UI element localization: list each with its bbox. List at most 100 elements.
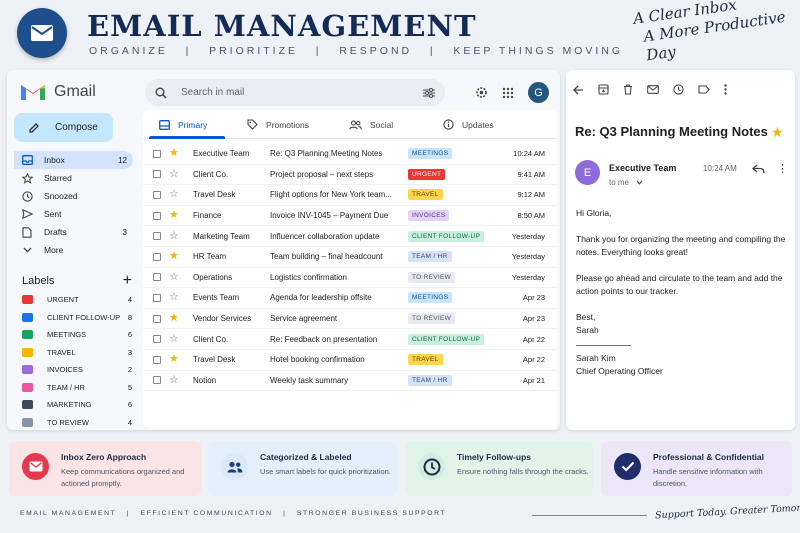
sidebar-item-drafts[interactable]: Drafts 3 <box>14 223 133 241</box>
filter-options-icon[interactable] <box>423 87 435 98</box>
row-checkbox[interactable] <box>153 314 161 323</box>
email-label-tag[interactable]: TEAM / HR <box>408 374 452 386</box>
email-row[interactable]: ☆ Travel Desk Flight options for New York … <box>143 185 557 206</box>
gmail-logo-icon <box>21 85 45 100</box>
email-row[interactable]: ★ Travel Desk Hotel booking confirmation TR… <box>143 350 557 371</box>
email-row[interactable]: ★ Executive Team Re: Q3 Planning Meeting N… <box>143 144 557 165</box>
email-sender: Finance <box>193 211 222 221</box>
sender-name: Executive Team <box>609 163 677 173</box>
email-label-tag[interactable]: TO REVIEW <box>408 271 456 283</box>
row-checkbox[interactable] <box>153 273 161 282</box>
email-row[interactable]: ★ HR Team Team building – final headcount T… <box>143 247 557 268</box>
email-label-tag[interactable]: TEAM / HR <box>408 251 452 263</box>
search-bar[interactable]: Search in mail <box>145 79 445 106</box>
star-outline-icon[interactable]: ☆ <box>169 333 179 345</box>
sidebar-item-more[interactable]: More <box>14 241 133 259</box>
more-vertical-icon[interactable] <box>724 84 727 95</box>
email-label-tag[interactable]: MEETINGS <box>408 292 453 304</box>
sidebar-item-inbox[interactable]: Inbox 12 <box>14 151 133 169</box>
star-outline-icon[interactable]: ☆ <box>169 230 179 242</box>
star-filled-icon[interactable]: ★ <box>169 313 179 324</box>
row-checkbox[interactable] <box>153 211 161 220</box>
email-row[interactable]: ☆ Client Co. Re: Feedback on presentation C… <box>143 329 557 350</box>
clock-icon <box>418 453 445 480</box>
row-checkbox[interactable] <box>153 376 161 385</box>
tab-primary[interactable]: Primary <box>159 110 207 139</box>
trash-icon[interactable] <box>623 84 633 95</box>
label-color-swatch <box>22 365 33 375</box>
row-checkbox[interactable] <box>153 190 161 199</box>
tab-updates[interactable]: Updates <box>443 110 494 139</box>
row-checkbox[interactable] <box>153 252 161 261</box>
recipient-line[interactable]: to me <box>609 178 643 187</box>
feature-card: Inbox Zero Approach Keep communications o… <box>9 441 201 496</box>
row-checkbox[interactable] <box>153 355 161 364</box>
star-filled-icon[interactable]: ★ <box>169 354 179 365</box>
row-checkbox[interactable] <box>153 149 161 158</box>
mark-unread-icon[interactable] <box>647 85 659 94</box>
snooze-clock-icon[interactable] <box>673 84 684 95</box>
row-checkbox[interactable] <box>153 170 161 179</box>
email-label-tag[interactable]: TO REVIEW <box>408 313 456 325</box>
email-label-tag[interactable]: INVOICES <box>408 210 450 222</box>
email-row[interactable]: ☆ Marketing Team Influencer collaboration … <box>143 226 557 247</box>
email-row[interactable]: ★ Finance Invoice INV-1045 – Payment Due IN… <box>143 206 557 227</box>
body-paragraph-2: Please go ahead and circulate to the tea… <box>576 273 783 296</box>
email-row[interactable]: ☆ Events Team Agenda for leadership offsit… <box>143 288 557 309</box>
star-filled-icon[interactable]: ★ <box>169 148 179 159</box>
tab-promotions[interactable]: Promotions <box>247 110 309 139</box>
label-count: 4 <box>127 295 132 305</box>
label-item[interactable]: MARKETING 6 <box>22 396 132 414</box>
sidebar-item-label: Snoozed <box>44 191 78 201</box>
email-label-tag[interactable]: MEETINGS <box>408 148 453 160</box>
star-outline-icon[interactable]: ☆ <box>169 168 179 180</box>
search-input[interactable]: Search in mail <box>181 87 423 98</box>
gmail-brand[interactable]: Gmail <box>20 82 96 101</box>
account-avatar[interactable]: G <box>528 82 549 103</box>
label-item[interactable]: MEETINGS 6 <box>22 326 132 344</box>
archive-icon[interactable] <box>598 84 609 95</box>
email-row[interactable]: ★ Vendor Services Service agreement TO REVI… <box>143 309 557 330</box>
row-checkbox[interactable] <box>153 293 161 302</box>
add-label-icon[interactable]: + <box>123 272 132 290</box>
label-item[interactable]: INVOICES 2 <box>22 361 132 379</box>
label-item[interactable]: URGENT 4 <box>22 291 132 309</box>
email-row[interactable]: ☆ Operations Logistics confirmation TO REVI… <box>143 268 557 289</box>
apps-grid-icon[interactable] <box>502 87 514 99</box>
star-filled-icon[interactable]: ★ <box>169 210 179 221</box>
star-filled-icon[interactable]: ★ <box>169 251 179 262</box>
email-row[interactable]: ☆ Client Co. Project proposal – next steps… <box>143 165 557 186</box>
star-outline-icon[interactable]: ☆ <box>169 271 179 283</box>
gear-icon[interactable] <box>475 86 488 99</box>
label-item[interactable]: TRAVEL 3 <box>22 344 132 362</box>
email-label-tag[interactable]: TRAVEL <box>408 189 443 201</box>
email-label-tag[interactable]: CLIENT FOLLOW-UP <box>408 230 485 242</box>
label-tag-icon[interactable] <box>698 85 710 94</box>
tab-social[interactable]: Social <box>349 110 393 139</box>
star-outline-icon[interactable]: ☆ <box>169 292 179 303</box>
reply-icon[interactable] <box>752 161 765 179</box>
sidebar-item-sent[interactable]: Sent <box>14 205 133 223</box>
star-outline-icon[interactable]: ☆ <box>169 374 179 386</box>
label-item[interactable]: TEAM / HR 5 <box>22 379 132 397</box>
label-count: 3 <box>127 347 132 357</box>
signature-title: Chief Operating Officer <box>576 366 663 376</box>
sidebar-item-snoozed[interactable]: Snoozed <box>14 187 133 205</box>
row-checkbox[interactable] <box>153 335 161 344</box>
row-checkbox[interactable] <box>153 232 161 241</box>
star-outline-icon[interactable]: ☆ <box>169 189 179 200</box>
sidebar-nav: Inbox 12 Starred Snoozed Sent Drafts 3 M… <box>14 151 133 259</box>
back-arrow-icon[interactable] <box>573 85 584 95</box>
sidebar-item-starred[interactable]: Starred <box>14 169 133 187</box>
email-label-tag[interactable]: CLIENT FOLLOW-UP <box>408 333 485 345</box>
starred-icon[interactable]: ★ <box>771 125 784 139</box>
compose-button[interactable]: Compose <box>14 113 113 142</box>
message-more-icon[interactable]: ⋮ <box>777 162 788 175</box>
label-item[interactable]: TO REVIEW 4 <box>22 414 132 431</box>
email-label-tag[interactable]: URGENT <box>408 168 446 180</box>
email-row[interactable]: ☆ Notion Weekly task summary TEAM / HR Apr 2… <box>143 371 557 392</box>
label-item[interactable]: CLIENT FOLLOW-UP 8 <box>22 309 132 327</box>
email-label-tag[interactable]: TRAVEL <box>408 354 443 366</box>
send-icon <box>20 207 34 221</box>
email-subject: Project proposal – next steps <box>270 169 374 179</box>
